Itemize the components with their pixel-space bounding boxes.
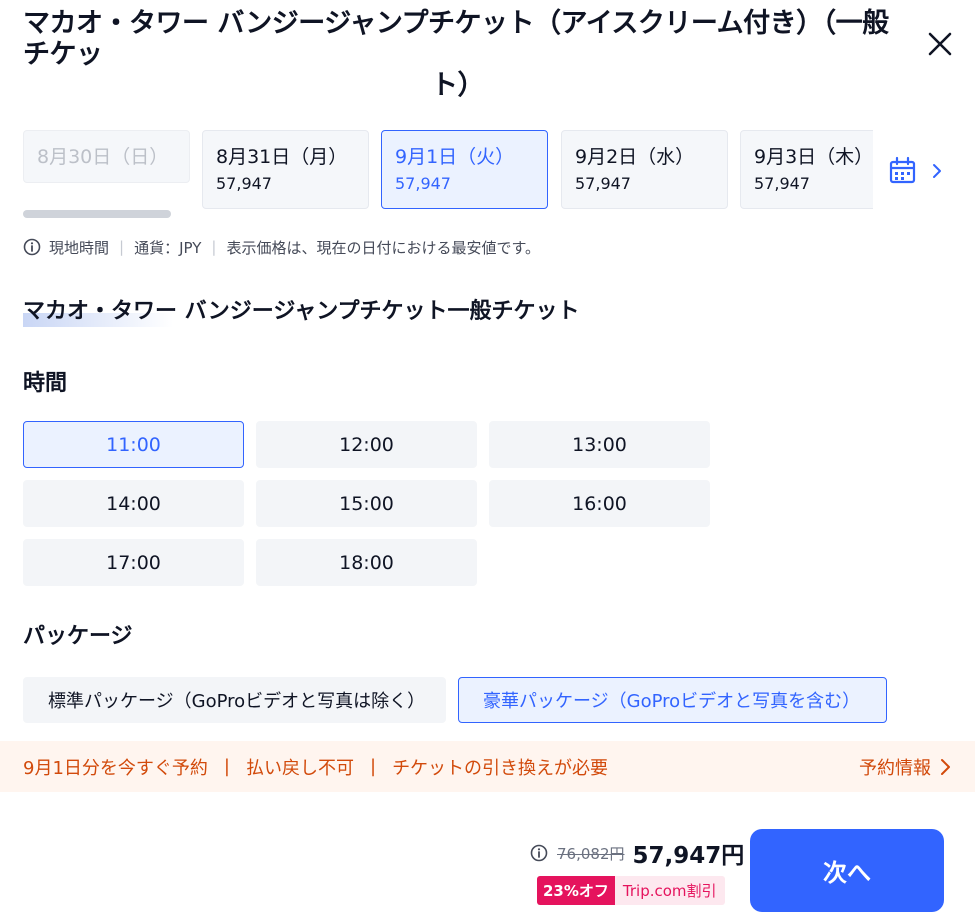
original-price: 76,082円 [557, 844, 625, 863]
booking-notice-bar: 9月1日分を今すぐ予約 | 払い戻し不可 | チケットの引き換えが必要 [0, 741, 975, 792]
currency-label: 通貨：JPY [134, 238, 202, 257]
calendar-button[interactable] [888, 156, 950, 186]
package-option-deluxe[interactable]: 豪華パッケージ（GoProビデオと写真を含む） [458, 677, 887, 723]
date-label: 8月30日（日） [37, 146, 169, 168]
next-button[interactable]: 次へ [750, 829, 944, 912]
calendar-icon [889, 156, 916, 184]
date-label: 9月1日（火） [395, 146, 515, 168]
date-card-2[interactable]: 9月1日（火） 57,947 [381, 130, 548, 209]
package-title: マカオ・タワー バンジージャンプチケット一般チケット [23, 299, 580, 324]
discount-row: 23%オフ Trip.com割引 [537, 876, 725, 905]
close-icon [928, 32, 952, 56]
discount-badge: 23%オフ [537, 876, 615, 905]
date-scrollbar[interactable] [23, 210, 171, 218]
package-section-label: パッケージ [23, 624, 133, 649]
date-card-4[interactable]: 9月3日（木） 57,947 [740, 130, 873, 209]
booking-info-link[interactable]: 予約情報 [859, 741, 951, 792]
notice-separator: | [223, 756, 230, 777]
time-slot-1200[interactable]: 12:00 [256, 421, 477, 468]
close-button[interactable] [923, 27, 957, 61]
date-price: 57,947 [216, 174, 272, 193]
discount-tag: Trip.com割引 [614, 876, 725, 905]
price-note: 表示価格は、現在の日付における最安値です。 [226, 238, 540, 257]
chevron-right-icon [933, 164, 941, 178]
info-icon [23, 238, 41, 256]
booking-info-label: 予約情報 [859, 757, 931, 779]
date-label: 8月31日（月） [216, 146, 348, 168]
info-line: 現地時間 | 通貨：JPY | 表示価格は、現在の日付における最安値です。 [23, 236, 540, 258]
local-time-label: 現地時間 [49, 238, 110, 257]
notice-separator: | [369, 756, 377, 777]
date-label: 9月3日（木） [754, 146, 873, 168]
page-title: マカオ・タワー バンジージャンプチケット（アイスクリーム付き）（一般チケッ ト） [23, 8, 903, 101]
date-price: 57,947 [575, 174, 631, 193]
title-line-1: マカオ・タワー バンジージャンプチケット（アイスクリーム付き）（一般チケッ [23, 8, 889, 70]
package-option-standard[interactable]: 標準パッケージ（GoProビデオと写真は除く） [23, 677, 446, 723]
date-card-1[interactable]: 8月31日（月） 57,947 [202, 130, 369, 209]
notice-non-refundable: 払い戻し不可 [245, 757, 354, 779]
separator: | [119, 238, 125, 256]
date-card-3[interactable]: 9月2日（水） 57,947 [561, 130, 728, 209]
time-slot-1800[interactable]: 18:00 [256, 539, 477, 586]
separator: | [211, 238, 217, 256]
package-title-block: マカオ・タワー バンジージャンプチケット一般チケット [23, 297, 580, 331]
time-slot-1500[interactable]: 15:00 [256, 480, 477, 527]
date-selector: 8月30日（日） 8月31日（月） 57,947 9月1日（火） 57,947 … [23, 130, 873, 212]
notice-ticket-exchange: チケットの引き換えが必要 [392, 757, 609, 779]
chevron-right-icon [941, 758, 950, 775]
time-section-label: 時間 [23, 371, 68, 396]
time-slot-1400[interactable]: 14:00 [23, 480, 244, 527]
date-card-0[interactable]: 8月30日（日） [23, 130, 190, 183]
info-icon[interactable] [530, 844, 548, 862]
date-price: 57,947 [754, 174, 810, 193]
title-line-2: ト） [431, 70, 485, 101]
time-slot-1600[interactable]: 16:00 [489, 480, 710, 527]
time-slot-1100[interactable]: 11:00 [23, 421, 244, 468]
date-label: 9月2日（水） [575, 146, 695, 168]
current-price: 57,947円 [632, 843, 745, 869]
time-slot-1300[interactable]: 13:00 [489, 421, 710, 468]
price-row: 76,082円 57,947円 [530, 838, 745, 869]
time-slot-1700[interactable]: 17:00 [23, 539, 244, 586]
date-price: 57,947 [395, 174, 451, 193]
notice-book-now: 9月1日分を今すぐ予約 [23, 757, 208, 779]
